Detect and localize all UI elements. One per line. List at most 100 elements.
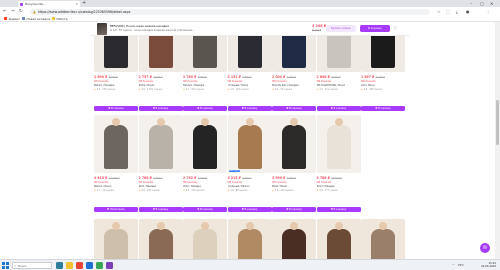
star-icon[interactable]: ☆ xyxy=(437,9,441,15)
card-title[interactable]: Fashion / Пончо xyxy=(94,185,138,188)
card-title[interactable]: Fashion / Накидка xyxy=(94,84,138,87)
button-label: В корзину xyxy=(289,208,302,211)
maximize-icon[interactable]: ▢ xyxy=(480,0,484,7)
favorite-heart-icon[interactable]: ♡ xyxy=(393,26,397,32)
card-cart-button[interactable]: ♥ В корзину xyxy=(316,207,361,212)
garment-shape xyxy=(282,125,306,169)
product-brand-title: BEFASHIS | Пончо-шаль зимнее-накидка xyxy=(110,24,169,28)
viber-icon[interactable] xyxy=(106,262,113,269)
chrome-icon[interactable] xyxy=(96,262,103,269)
back-icon[interactable]: ← xyxy=(3,8,7,15)
url-field[interactable]: 🔒 https://www.wildberries.ru/catalog/225… xyxy=(30,8,430,15)
product-image[interactable] xyxy=(272,36,316,72)
wallet-label: WB Кошелёк xyxy=(94,80,109,83)
taskbar-clock[interactable]: 15:21 22.04.2024 xyxy=(481,262,496,270)
price-value: 2 757 ₽ xyxy=(138,75,152,79)
card-title[interactable]: Trend / Накидка xyxy=(317,185,361,188)
card-title[interactable]: Tramp / Пончо xyxy=(139,84,183,87)
product-image[interactable]: WB Клуб xyxy=(227,115,272,173)
button-label: Посмотреть xyxy=(109,208,125,211)
yandex-icon xyxy=(4,17,7,21)
product-image[interactable] xyxy=(138,115,183,173)
card-title[interactable]: ZM COLLECTIONS / Пончо xyxy=(317,84,361,87)
old-price-value: 9 000 ₽ xyxy=(242,177,252,180)
garment-shape xyxy=(326,36,351,68)
product-image[interactable] xyxy=(183,36,227,72)
menu-icon[interactable]: ⋮ xyxy=(486,9,490,15)
card-title[interactable]: Стильный / Пончо xyxy=(228,84,272,87)
word-icon[interactable] xyxy=(86,262,93,269)
product-image[interactable] xyxy=(272,115,316,173)
card-price: 3 215 ₽9 000 ₽ xyxy=(228,176,252,180)
card-cart-button[interactable]: ♥ В корзину xyxy=(272,207,316,212)
model-head-shape xyxy=(334,222,343,230)
bookmark-new-tab[interactable]: Новая вкладка xyxy=(22,16,50,22)
card-cart-button[interactable]: ♥ В корзину xyxy=(227,106,272,111)
screen: Покупки бр... ✕ + – ▢ ✕ ← → ↻ 🔒 https://… xyxy=(0,0,500,270)
scrollbar-thumb[interactable] xyxy=(496,100,499,145)
product-image[interactable] xyxy=(227,36,272,72)
product-thumbnail[interactable] xyxy=(97,23,107,35)
old-price-value: 7 990 ₽ xyxy=(331,76,341,79)
card-title[interactable]: LILU / Пончо xyxy=(361,84,405,87)
card-rating: ★ 4,8 · 190 оценок xyxy=(139,189,160,192)
product-image[interactable] xyxy=(361,36,405,72)
card-title[interactable]: Vidor / Накидка xyxy=(183,185,227,188)
price-value: 2 990 ₽ xyxy=(272,176,286,180)
downloads-icon[interactable]: ⤓ xyxy=(456,9,458,15)
card-cart-button[interactable]: ♥ В корзину xyxy=(94,106,138,111)
review-count: 88 оценок xyxy=(235,189,248,192)
yandex-browser-icon[interactable] xyxy=(76,262,83,269)
product-image[interactable] xyxy=(316,115,361,173)
forward-icon[interactable]: → xyxy=(11,8,15,15)
review-count: 58 оценок xyxy=(102,189,115,192)
file-explorer-icon[interactable] xyxy=(66,262,73,269)
button-label: В корзину xyxy=(200,107,213,110)
lang-indicator[interactable]: РУС xyxy=(458,263,464,267)
product-image[interactable] xyxy=(138,36,183,72)
product-grid: 2 890 ₽8 560 ₽ WB Кошелёк Fashion / Накидк… xyxy=(94,36,406,268)
extensions-icon[interactable]: ⬚ xyxy=(446,9,450,15)
product-image[interactable] xyxy=(316,36,361,72)
card-cart-button[interactable]: ♥ В корзину xyxy=(227,207,272,212)
card-title[interactable]: Стильный / Пальто xyxy=(228,185,272,188)
card-cart-button[interactable]: ♥ В корзину xyxy=(183,106,227,111)
product-image[interactable] xyxy=(183,115,227,173)
new-tab-icon[interactable]: + xyxy=(82,0,86,7)
taskbar-search-input[interactable]: ⌕ Поиск xyxy=(12,262,52,269)
model-head-shape xyxy=(334,118,343,126)
task-view-icon[interactable] xyxy=(56,262,63,269)
card-price: 3 788 ₽10 500 ₽ xyxy=(317,176,342,180)
model-head-shape xyxy=(245,118,254,126)
tray-chevron-icon[interactable]: ^ xyxy=(452,263,455,267)
windows-start-icon[interactable] xyxy=(2,262,9,269)
product-image[interactable] xyxy=(94,115,138,173)
minimize-icon[interactable]: – xyxy=(470,0,472,7)
search-icon: ⌕ xyxy=(14,264,17,268)
product-meta: ★ 4,8 · 87 оценок · пончо-накидка больша… xyxy=(110,29,195,32)
garment-shape xyxy=(104,36,128,68)
card-cart-button[interactable]: ♥ В корзину xyxy=(272,106,316,111)
card-cart-button[interactable]: ♥ В корзину xyxy=(138,207,183,212)
bookmark-work[interactable]: Работа xyxy=(52,16,67,22)
card-cart-button[interactable]: ♥ В корзину xyxy=(138,106,183,111)
card-cart-button[interactable]: ♥ В корзину xyxy=(316,106,361,111)
profile-icon[interactable]: ● xyxy=(466,9,470,15)
price-value: 1 897 ₽ xyxy=(361,75,375,79)
product-image[interactable] xyxy=(94,36,138,72)
chat-bubble-icon[interactable]: ✉ xyxy=(480,243,490,253)
card-title[interactable]: Moda / Пончо xyxy=(272,185,316,188)
card-title[interactable]: Trendyol / Накидка xyxy=(183,84,227,87)
card-cart-button[interactable]: ♥ В корзину xyxy=(183,207,227,212)
buy-now-button[interactable]: Купить сейчас xyxy=(326,25,356,32)
bookmark-yandex[interactable]: Яндекс xyxy=(4,16,20,22)
card-cart-button[interactable]: ♥ Посмотреть xyxy=(94,207,138,212)
card-title[interactable]: Wind / Накидка xyxy=(139,185,183,188)
add-to-cart-button[interactable]: В корзину xyxy=(360,25,390,32)
model-head-shape xyxy=(290,118,298,126)
close-window-icon[interactable]: ✕ xyxy=(490,0,493,7)
card-rating: ★ 4,8 · 277 оценок xyxy=(317,189,338,192)
card-title[interactable]: Shop By Sam / Накидка xyxy=(272,84,316,87)
reload-icon[interactable]: ↻ xyxy=(19,8,23,15)
card-cart-button[interactable]: ♥ В корзину xyxy=(361,106,405,111)
